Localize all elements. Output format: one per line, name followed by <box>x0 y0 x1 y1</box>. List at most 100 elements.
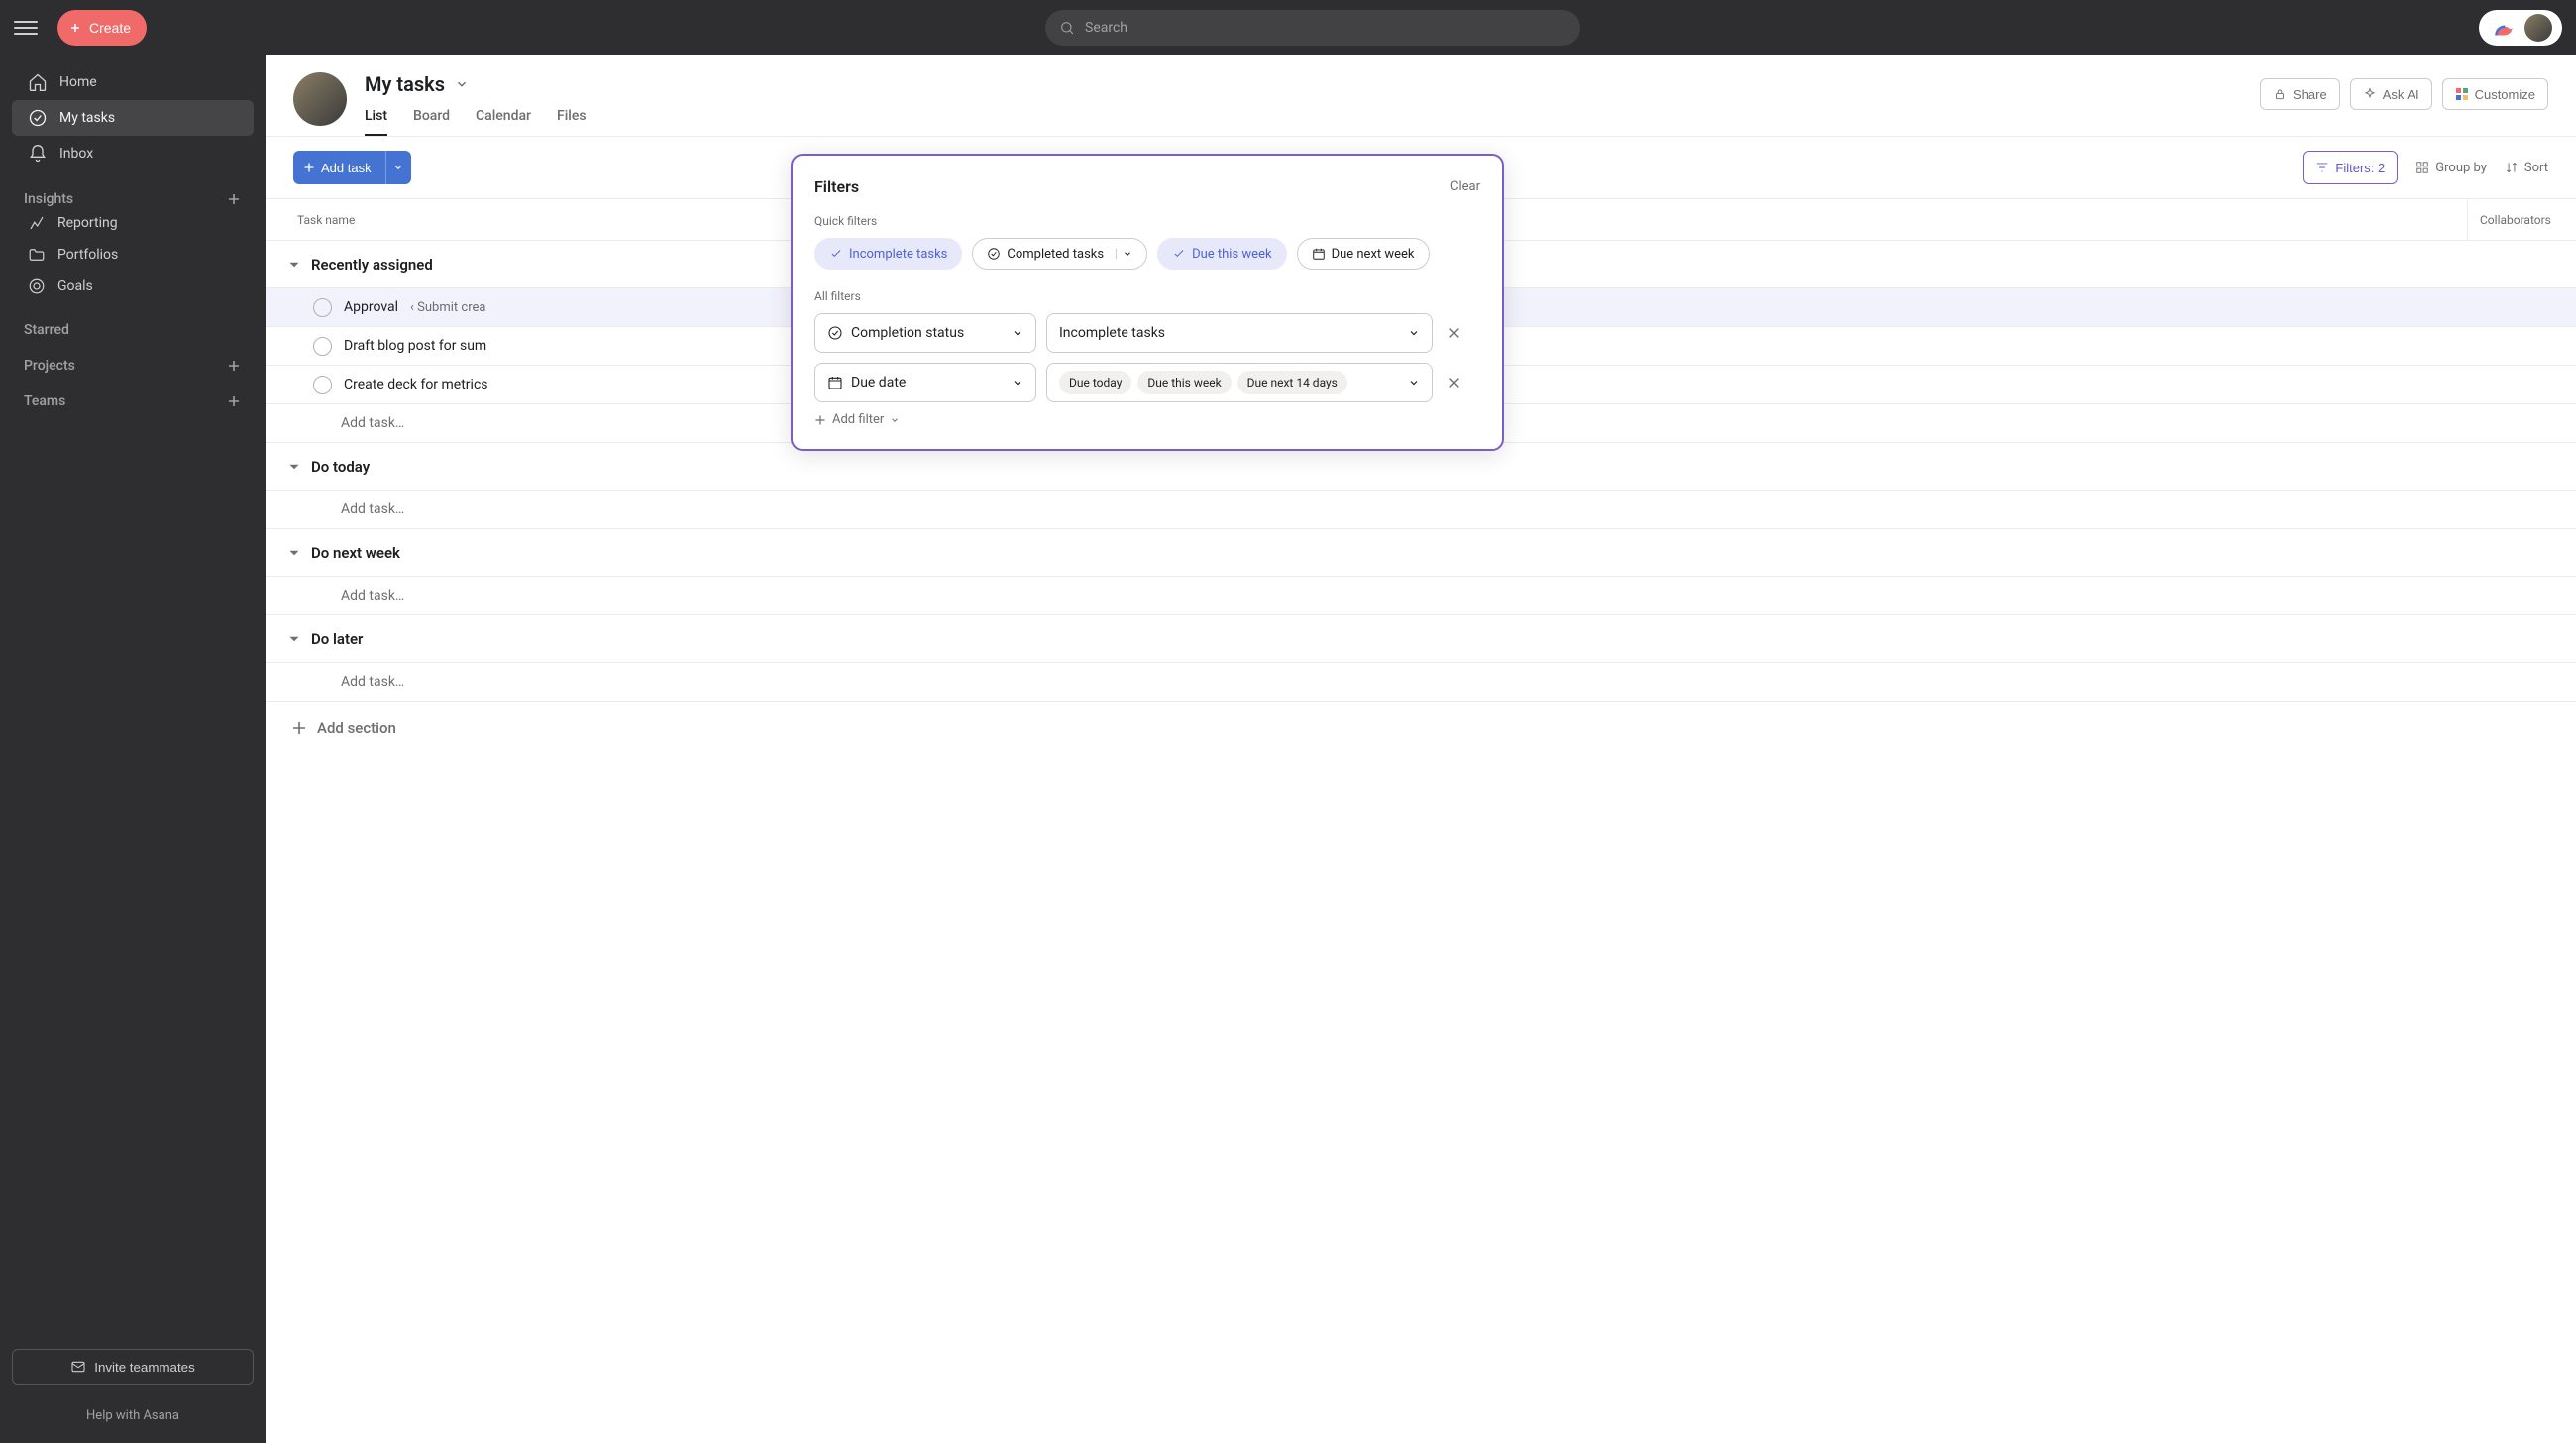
popover-title: Filters <box>814 177 859 196</box>
customize-button[interactable]: Customize <box>2442 78 2548 110</box>
create-button-label: Create <box>89 20 131 36</box>
mail-icon <box>70 1359 86 1375</box>
target-icon <box>28 278 46 295</box>
section-do-later[interactable]: Do later <box>266 615 2576 663</box>
complete-checkbox[interactable] <box>313 337 332 356</box>
tab-files[interactable]: Files <box>557 108 587 136</box>
chevron-down-icon[interactable] <box>455 77 469 91</box>
complete-checkbox[interactable] <box>313 298 332 317</box>
filter-icon <box>2315 161 2329 174</box>
value-chip: Due today <box>1059 371 1131 394</box>
nav-inbox[interactable]: Inbox <box>12 136 254 171</box>
filter-value-select[interactable]: Due today Due this week Due next 14 days <box>1046 363 1433 402</box>
chevron-down-icon <box>1123 249 1132 259</box>
nav-my-tasks[interactable]: My tasks <box>12 100 254 136</box>
check-icon <box>1172 247 1186 261</box>
remove-filter-button[interactable] <box>1443 371 1466 394</box>
nav-reporting[interactable]: Reporting <box>0 207 266 239</box>
group-by-button[interactable]: Group by <box>2415 161 2487 175</box>
add-task-inline[interactable]: Add task… <box>266 662 2576 702</box>
header: My tasks List Board Calendar Files Share <box>266 55 2576 137</box>
close-icon <box>1448 376 1461 389</box>
section-do-next-week[interactable]: Do next week <box>266 529 2576 577</box>
nav-my-tasks-label: My tasks <box>59 110 115 126</box>
plus-icon[interactable] <box>226 358 242 374</box>
chevron-down-icon <box>890 415 900 425</box>
quick-filter-incomplete[interactable]: Incomplete tasks <box>814 238 962 270</box>
filters-button[interactable]: Filters: 2 <box>2303 151 2398 184</box>
sparkle-icon <box>2363 87 2377 101</box>
plus-icon <box>291 721 307 736</box>
tab-calendar[interactable]: Calendar <box>476 108 531 136</box>
filter-row-due-date: Due date Due today Due this week Due nex… <box>814 363 1480 402</box>
filter-field-label: Due date <box>851 375 906 390</box>
value-chip: Due this week <box>1137 371 1231 394</box>
calendar-icon <box>1312 247 1326 261</box>
nav-home[interactable]: Home <box>12 64 254 100</box>
remove-filter-button[interactable] <box>1443 321 1466 345</box>
plus-icon[interactable] <box>226 393 242 409</box>
add-task-inline[interactable]: Add task… <box>266 490 2576 529</box>
task-name: Create deck for metrics <box>344 377 488 392</box>
add-task-menu-button[interactable] <box>385 151 411 184</box>
add-task-label: Add task <box>321 161 372 175</box>
plus-icon[interactable] <box>226 191 242 207</box>
page-title: My tasks <box>365 72 469 96</box>
customize-label: Customize <box>2475 87 2535 102</box>
add-filter-button[interactable]: Add filter <box>814 412 1480 427</box>
filter-field-select[interactable]: Due date <box>814 363 1036 402</box>
complete-checkbox[interactable] <box>313 376 332 394</box>
teams-label: Teams <box>24 393 65 409</box>
help-widget[interactable] <box>2479 10 2562 46</box>
nav-section-starred[interactable]: Starred <box>0 322 266 338</box>
insights-label: Insights <box>24 191 73 207</box>
chevron-down-icon <box>1408 327 1420 339</box>
invite-label: Invite teammates <box>94 1360 194 1375</box>
quick-filter-due-this-week[interactable]: Due this week <box>1157 238 1286 270</box>
tab-list[interactable]: List <box>365 108 387 136</box>
quick-filter-completed[interactable]: Completed tasks <box>972 238 1147 270</box>
filter-value-select[interactable]: Incomplete tasks <box>1046 313 1433 353</box>
add-filter-label: Add filter <box>832 412 884 427</box>
invite-teammates-button[interactable]: Invite teammates <box>12 1349 254 1385</box>
search-input[interactable]: Search <box>1045 10 1580 46</box>
share-button[interactable]: Share <box>2260 78 2340 110</box>
share-label: Share <box>2293 87 2327 102</box>
ask-ai-button[interactable]: Ask AI <box>2350 78 2432 110</box>
tab-board[interactable]: Board <box>413 108 450 136</box>
add-section-button[interactable]: Add section <box>266 702 2576 755</box>
user-avatar-small <box>2524 14 2552 42</box>
clear-filters-button[interactable]: Clear <box>1450 179 1480 194</box>
quick-filter-due-next-week[interactable]: Due next week <box>1297 238 1430 270</box>
sort-icon <box>2505 161 2519 174</box>
value-chip: Due next 14 days <box>1237 371 1347 394</box>
help-link[interactable]: Help with Asana <box>0 1396 266 1443</box>
menu-toggle-button[interactable] <box>14 16 38 40</box>
nav-goals[interactable]: Goals <box>0 271 266 302</box>
goals-label: Goals <box>57 278 93 294</box>
create-button[interactable]: Create <box>57 10 147 46</box>
add-task-inline[interactable]: Add task… <box>266 576 2576 615</box>
check-icon <box>829 247 843 261</box>
close-icon <box>1448 326 1461 340</box>
add-task-button[interactable]: Add task <box>293 151 385 184</box>
caret-down-icon <box>285 458 303 476</box>
folder-icon <box>28 246 46 264</box>
sort-label: Sort <box>2524 161 2548 175</box>
chevron-down-icon <box>393 163 403 172</box>
sort-button[interactable]: Sort <box>2505 161 2548 175</box>
filter-field-label: Completion status <box>851 325 964 341</box>
nav-portfolios[interactable]: Portfolios <box>0 239 266 271</box>
portfolios-label: Portfolios <box>57 247 118 263</box>
nav-section-teams[interactable]: Teams <box>0 393 266 409</box>
nav-section-projects[interactable]: Projects <box>0 358 266 374</box>
plus-icon <box>814 414 826 426</box>
bird-icon <box>2489 13 2519 43</box>
reporting-label: Reporting <box>57 215 118 231</box>
user-avatar <box>293 72 347 126</box>
all-filters-label: All filters <box>814 289 1480 303</box>
filter-field-select[interactable]: Completion status <box>814 313 1036 353</box>
page-title-text: My tasks <box>365 72 445 96</box>
nav-section-insights[interactable]: Insights <box>0 191 266 207</box>
chip-dropdown[interactable] <box>1116 249 1132 259</box>
